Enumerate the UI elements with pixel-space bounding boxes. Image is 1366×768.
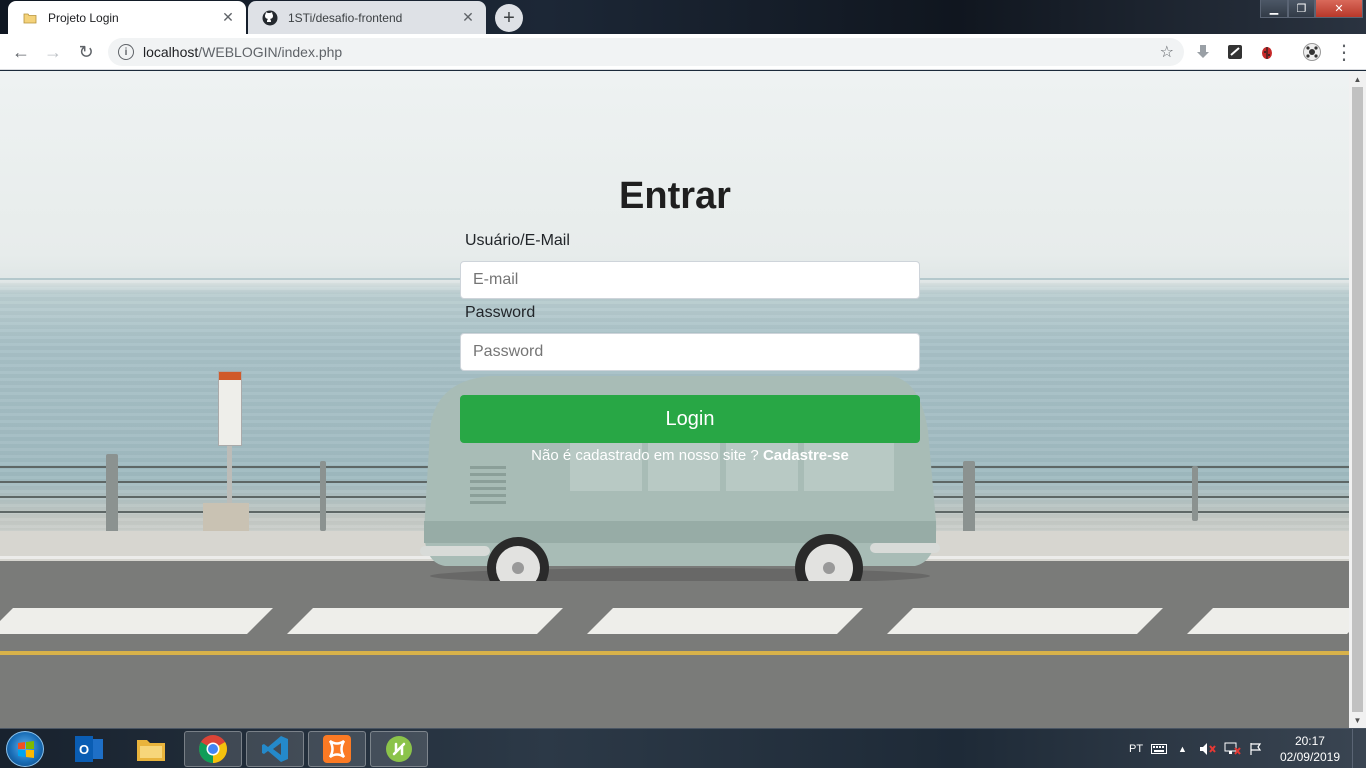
- taskbar-clock[interactable]: 20:17 02/09/2019: [1280, 733, 1340, 765]
- page-scrollbar[interactable]: ▲ ▼: [1349, 71, 1366, 728]
- extension-icon[interactable]: [1225, 42, 1245, 62]
- info-icon[interactable]: i: [118, 44, 134, 60]
- git-icon[interactable]: [370, 731, 428, 767]
- fence-post: [320, 461, 326, 531]
- page-background: Entrar Usuário/E-Mail Password Login Não…: [0, 71, 1349, 728]
- chrome-icon[interactable]: [184, 731, 242, 767]
- password-field[interactable]: [460, 333, 920, 371]
- keyboard-icon[interactable]: [1151, 729, 1167, 768]
- bus-stop-sign: [218, 371, 242, 446]
- maximize-button[interactable]: ❐: [1288, 0, 1315, 18]
- tab-projeto-login[interactable]: Projeto Login ✕: [8, 1, 246, 34]
- tray-overflow-arrow-icon[interactable]: ▲: [1178, 729, 1187, 768]
- tab-title: Projeto Login: [48, 10, 119, 25]
- scroll-down-arrow-icon[interactable]: ▼: [1349, 712, 1366, 728]
- crosswalk-stripe: [587, 608, 863, 634]
- url-host: localhost: [143, 44, 199, 60]
- url-path: /WEBLOGIN/index.php: [198, 44, 343, 60]
- browser-toolbar: ← → ↻ i localhost/WEBLOGIN/index.php ☆ ⋮: [0, 34, 1366, 70]
- chrome-menu-button[interactable]: ⋮: [1330, 38, 1358, 66]
- action-center-flag-icon[interactable]: [1249, 729, 1263, 768]
- crosswalk-stripe: [1187, 608, 1349, 634]
- outlook-icon[interactable]: O: [60, 731, 118, 767]
- tab-github[interactable]: 1STi/desafio-frontend ✕: [248, 1, 486, 34]
- password-label: Password: [465, 304, 536, 321]
- crosswalk-stripe: [887, 608, 1163, 634]
- profile-avatar-icon[interactable]: [1302, 42, 1322, 62]
- fence-post: [1192, 466, 1198, 521]
- clock-time: 20:17: [1294, 734, 1325, 748]
- volume-muted-icon[interactable]: [1199, 729, 1217, 768]
- email-field[interactable]: [460, 261, 920, 299]
- close-tab-icon[interactable]: ✕: [220, 9, 236, 26]
- tab-strip: Projeto Login ✕ 1STi/desafio-frontend ✕ …: [0, 0, 1366, 34]
- signup-link[interactable]: Cadastre-se: [763, 447, 849, 464]
- scroll-up-arrow-icon[interactable]: ▲: [1349, 71, 1366, 87]
- forward-button[interactable]: →: [39, 38, 67, 66]
- scrollbar-thumb[interactable]: [1352, 87, 1363, 712]
- address-bar[interactable]: i localhost/WEBLOGIN/index.php ☆: [108, 38, 1184, 66]
- download-extension-icon[interactable]: [1193, 42, 1213, 62]
- language-indicator[interactable]: PT: [1129, 729, 1143, 768]
- show-desktop-button[interactable]: [1352, 729, 1366, 768]
- bookmark-star-icon[interactable]: ☆: [1160, 42, 1174, 62]
- close-tab-icon[interactable]: ✕: [460, 9, 476, 26]
- minimize-button[interactable]: ▁: [1260, 0, 1288, 18]
- crosswalk-stripe: [287, 608, 563, 634]
- start-button[interactable]: [6, 731, 44, 767]
- page-title: Entrar: [619, 175, 731, 217]
- tab-title: 1STi/desafio-frontend: [288, 10, 403, 25]
- crosswalk-stripe: [0, 608, 273, 634]
- github-icon: [262, 10, 278, 26]
- reload-button[interactable]: ↻: [72, 38, 100, 66]
- new-tab-button[interactable]: +: [495, 4, 523, 32]
- xampp-icon[interactable]: [308, 731, 366, 767]
- svg-text:O: O: [79, 742, 89, 757]
- folder-icon: [22, 10, 38, 26]
- signup-prompt: Não é cadastrado em nosso site ? Cadastr…: [460, 447, 920, 464]
- close-window-button[interactable]: ✕: [1315, 0, 1363, 18]
- vscode-icon[interactable]: [246, 731, 304, 767]
- sign-pole: [227, 446, 232, 506]
- back-button[interactable]: ←: [7, 38, 35, 66]
- road: [0, 561, 1349, 728]
- windows-taskbar: O PT ▲ 20:17 02/09/2019: [0, 728, 1366, 768]
- login-button[interactable]: Login: [460, 395, 920, 443]
- file-explorer-icon[interactable]: [122, 731, 180, 767]
- network-disconnected-icon[interactable]: [1224, 729, 1242, 768]
- yellow-road-line: [0, 651, 1349, 655]
- signup-text: Não é cadastrado em nosso site ?: [531, 447, 759, 464]
- clock-date: 02/09/2019: [1279, 750, 1340, 764]
- bug-extension-icon[interactable]: [1257, 42, 1277, 62]
- username-label: Usuário/E-Mail: [465, 232, 570, 249]
